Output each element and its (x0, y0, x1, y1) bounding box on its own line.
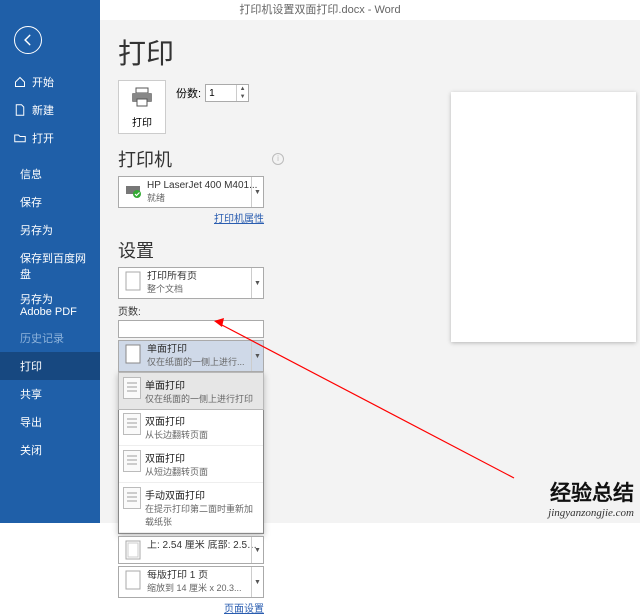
nav-home-label: 开始 (32, 74, 54, 90)
margins-combo[interactable]: 上: 2.54 厘米 底部: 2.54... ▼ (118, 536, 264, 564)
opt1-main: 双面打印 (145, 413, 259, 428)
document-icon (123, 271, 143, 291)
backstage-sidebar: 开始 新建 打开 信息 保存 另存为 保存到百度网盘 另存为 Adobe PDF… (0, 0, 100, 523)
nav-info-label: 信息 (20, 166, 42, 182)
print-button-label: 打印 (119, 114, 165, 129)
nav-close[interactable]: 关闭 (0, 436, 100, 464)
nav-share[interactable]: 共享 (0, 380, 100, 408)
copies-label: 份数: (176, 85, 201, 101)
nav-saveas[interactable]: 另存为 (0, 216, 100, 244)
print-preview (451, 92, 636, 342)
nav-export-label: 导出 (20, 414, 42, 430)
printer-status: 就绪 (147, 192, 259, 204)
nav-share-label: 共享 (20, 386, 42, 402)
pages-input[interactable] (118, 320, 264, 338)
page-title: 打印 (118, 32, 640, 72)
opt2-sub: 从短边翻转页面 (145, 465, 259, 478)
arrow-left-icon (21, 33, 35, 47)
duplex-sub: 仅在纸面的一侧上进行... (147, 356, 259, 368)
pages-per-sheet-icon (123, 570, 143, 590)
sheets-sub: 缩放到 14 厘米 x 20.3... (147, 582, 259, 594)
page-setup-link[interactable]: 页面设置 (118, 600, 264, 615)
nav-savecloud[interactable]: 保存到百度网盘 (0, 244, 100, 288)
printer-status-icon (123, 180, 143, 200)
margins-text: 上: 2.54 厘米 底部: 2.54... (147, 540, 259, 552)
print-button[interactable]: 打印 (118, 80, 166, 134)
print-panel: 打印 打印 份数: 1 ▲▼ 打印机 i HP LaserJet 400 M40… (100, 20, 640, 523)
chevron-down-icon: ▼ (251, 341, 263, 371)
nav-savecloud-label: 保存到百度网盘 (20, 250, 86, 282)
opt0-main: 单面打印 (145, 377, 259, 392)
nav-print[interactable]: 打印 (0, 352, 100, 380)
duplex-option-short-edge[interactable]: 双面打印从短边翻转页面 (119, 446, 263, 483)
duplex-combo[interactable]: 单面打印 仅在纸面的一侧上进行... ▼ (118, 340, 264, 372)
watermark-cn: 经验总结 (548, 477, 634, 507)
print-scope-combo[interactable]: 打印所有页 整个文档 ▼ (118, 267, 264, 299)
chevron-down-icon: ▼ (251, 177, 263, 207)
nav-home[interactable]: 开始 (0, 68, 100, 96)
copies-spinner[interactable]: 1 ▲▼ (205, 84, 249, 102)
spinner-up-icon[interactable]: ▲ (237, 85, 248, 93)
back-button[interactable] (14, 26, 42, 54)
duplex-dropdown: 单面打印仅在纸面的一侧上进行打印 双面打印从长边翻转页面 双面打印从短边翻转页面… (118, 372, 264, 534)
copies-row: 份数: 1 ▲▼ (176, 84, 249, 102)
printer-icon (130, 87, 154, 107)
nav-savepdf[interactable]: 另存为 Adobe PDF (0, 288, 100, 324)
nav-new-label: 新建 (32, 102, 54, 118)
chevron-down-icon: ▼ (251, 268, 263, 298)
printer-name: HP LaserJet 400 M401... (147, 180, 259, 192)
spinner-down-icon[interactable]: ▼ (237, 93, 248, 101)
nav-history-label: 历史记录 (20, 330, 64, 346)
duplex-option-long-edge[interactable]: 双面打印从长边翻转页面 (119, 409, 263, 446)
home-icon (14, 76, 26, 88)
nav-print-label: 打印 (20, 358, 42, 374)
page-single-icon (123, 377, 141, 399)
scope-main: 打印所有页 (147, 271, 259, 283)
watermark-en: jingyanzongjie.com (548, 507, 634, 519)
watermark: 经验总结 jingyanzongjie.com (548, 477, 634, 519)
page-single-icon (123, 344, 143, 364)
info-icon[interactable]: i (272, 153, 284, 165)
nav-saveas-label: 另存为 (20, 222, 53, 238)
margins-icon (123, 540, 143, 560)
nav-save[interactable]: 保存 (0, 188, 100, 216)
opt0-sub: 仅在纸面的一侧上进行打印 (145, 392, 259, 405)
nav-open[interactable]: 打开 (0, 124, 100, 152)
nav-save-label: 保存 (20, 194, 42, 210)
nav-new[interactable]: 新建 (0, 96, 100, 124)
page-duplex-short-icon (123, 450, 141, 472)
page-manual-icon (123, 487, 141, 509)
nav-open-label: 打开 (32, 130, 54, 146)
duplex-main: 单面打印 (147, 344, 259, 356)
nav-history[interactable]: 历史记录 (0, 324, 100, 352)
sheets-per-page-combo[interactable]: 每版打印 1 页 缩放到 14 厘米 x 20.3... ▼ (118, 566, 264, 598)
duplex-option-single[interactable]: 单面打印仅在纸面的一侧上进行打印 (118, 372, 264, 410)
chevron-down-icon: ▼ (251, 567, 263, 597)
opt2-main: 双面打印 (145, 450, 259, 465)
file-icon (14, 104, 26, 116)
printer-properties-link[interactable]: 打印机属性 (118, 210, 264, 225)
opt3-sub: 在提示打印第二面时重新加载纸张 (145, 502, 259, 528)
sheets-main: 每版打印 1 页 (147, 570, 259, 582)
printer-combo[interactable]: HP LaserJet 400 M401... 就绪 ▼ (118, 176, 264, 208)
opt1-sub: 从长边翻转页面 (145, 428, 259, 441)
page-duplex-long-icon (123, 413, 141, 435)
nav-info[interactable]: 信息 (0, 160, 100, 188)
scope-sub: 整个文档 (147, 283, 259, 295)
copies-value: 1 (209, 88, 215, 99)
nav-close-label: 关闭 (20, 442, 42, 458)
nav-savepdf-label: 另存为 Adobe PDF (20, 294, 86, 318)
chevron-down-icon: ▼ (251, 537, 263, 563)
duplex-option-manual[interactable]: 手动双面打印在提示打印第二面时重新加载纸张 (119, 483, 263, 533)
opt3-main: 手动双面打印 (145, 487, 259, 502)
folder-open-icon (14, 132, 26, 144)
nav-export[interactable]: 导出 (0, 408, 100, 436)
